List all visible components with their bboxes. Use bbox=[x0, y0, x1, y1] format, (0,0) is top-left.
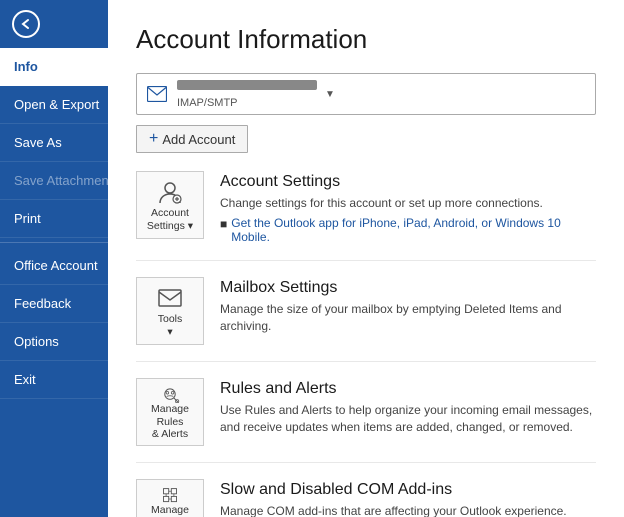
sidebar-item-open-export[interactable]: Open & Export bbox=[0, 86, 108, 124]
com-addins-section: Manage COMAdd-ins Slow and Disabled COM … bbox=[136, 479, 596, 517]
account-name-blurred bbox=[177, 80, 317, 90]
com-addins-title: Slow and Disabled COM Add-ins bbox=[220, 481, 596, 499]
mailbox-tools-icon bbox=[156, 285, 184, 313]
account-settings-desc: Change settings for this account or set … bbox=[220, 195, 596, 212]
sidebar-item-save-as[interactable]: Save As bbox=[0, 124, 108, 162]
plus-icon: + bbox=[149, 131, 158, 147]
account-info: IMAP/SMTP bbox=[177, 79, 317, 109]
back-circle-icon bbox=[12, 10, 40, 38]
rules-alerts-icon bbox=[156, 385, 184, 403]
email-account-icon bbox=[145, 84, 169, 104]
main-content: Account Information IMAP/SMTP ▼ + Add Ac… bbox=[108, 0, 624, 517]
com-addins-icon bbox=[156, 486, 184, 504]
rules-alerts-icon-label: Manage Rules& Alerts bbox=[141, 403, 199, 441]
mailbox-settings-section: Tools▾ Mailbox Settings Manage the size … bbox=[136, 277, 596, 362]
sidebar-item-exit[interactable]: Exit bbox=[0, 361, 108, 399]
com-addins-content: Slow and Disabled COM Add-ins Manage COM… bbox=[220, 479, 596, 517]
account-dropdown[interactable]: IMAP/SMTP ▼ bbox=[136, 73, 596, 115]
mailbox-settings-icon-box[interactable]: Tools▾ bbox=[136, 277, 204, 345]
sidebar-item-feedback[interactable]: Feedback bbox=[0, 285, 108, 323]
sidebar: Info Open & Export Save As Save Attachme… bbox=[0, 0, 108, 517]
mailbox-settings-desc: Manage the size of your mailbox by empty… bbox=[220, 301, 596, 335]
sidebar-item-options[interactable]: Options bbox=[0, 323, 108, 361]
com-addins-icon-box[interactable]: Manage COMAdd-ins bbox=[136, 479, 204, 517]
page-title: Account Information bbox=[136, 24, 596, 55]
account-settings-content: Account Settings Change settings for thi… bbox=[220, 171, 596, 244]
sidebar-item-info[interactable]: Info bbox=[0, 48, 108, 86]
rules-alerts-desc: Use Rules and Alerts to help organize yo… bbox=[220, 402, 596, 436]
account-type: IMAP/SMTP bbox=[177, 97, 317, 109]
dropdown-arrow-icon: ▼ bbox=[325, 89, 335, 100]
bullet-icon: ■ bbox=[220, 217, 227, 231]
sidebar-item-office-account[interactable]: Office Account bbox=[0, 247, 108, 285]
mailbox-settings-content: Mailbox Settings Manage the size of your… bbox=[220, 277, 596, 339]
mailbox-icon-label: Tools▾ bbox=[158, 313, 183, 338]
mailbox-settings-title: Mailbox Settings bbox=[220, 279, 596, 297]
com-addins-icon-label: Manage COMAdd-ins bbox=[141, 504, 199, 517]
add-account-button[interactable]: + Add Account bbox=[136, 125, 248, 153]
account-settings-section: AccountSettings ▾ Account Settings Chang… bbox=[136, 171, 596, 261]
account-settings-title: Account Settings bbox=[220, 173, 596, 191]
account-settings-icon-box[interactable]: AccountSettings ▾ bbox=[136, 171, 204, 239]
add-account-label: Add Account bbox=[162, 132, 235, 147]
account-settings-link-row: ■ Get the Outlook app for iPhone, iPad, … bbox=[220, 216, 596, 244]
sidebar-item-save-attachments: Save Attachments bbox=[0, 162, 108, 200]
sidebar-item-print[interactable]: Print bbox=[0, 200, 108, 238]
account-settings-link[interactable]: Get the Outlook app for iPhone, iPad, An… bbox=[231, 216, 596, 244]
account-settings-icon-label: AccountSettings ▾ bbox=[147, 207, 193, 232]
rules-alerts-content: Rules and Alerts Use Rules and Alerts to… bbox=[220, 378, 596, 440]
rules-alerts-icon-box[interactable]: Manage Rules& Alerts bbox=[136, 378, 204, 446]
rules-alerts-section: Manage Rules& Alerts Rules and Alerts Us… bbox=[136, 378, 596, 463]
com-addins-desc: Manage COM add-ins that are affecting yo… bbox=[220, 503, 596, 517]
back-button[interactable] bbox=[0, 0, 108, 48]
sidebar-nav: Info Open & Export Save As Save Attachme… bbox=[0, 48, 108, 517]
account-settings-icon bbox=[156, 179, 184, 207]
rules-alerts-title: Rules and Alerts bbox=[220, 380, 596, 398]
